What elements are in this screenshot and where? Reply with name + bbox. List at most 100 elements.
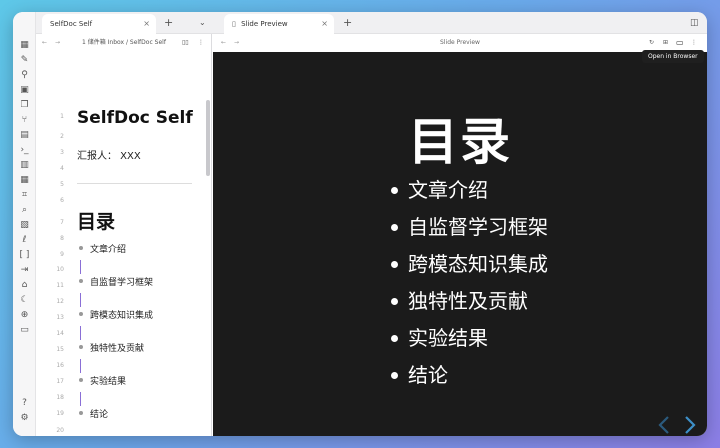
sidebar-toggle-icon[interactable]: ◫: [690, 12, 699, 34]
section-heading: 目录: [77, 211, 116, 233]
right-navbar: ← → Slide Preview ↻ ⊞ ▭ ⋮: [213, 34, 707, 52]
line-number: 6: [60, 197, 64, 204]
slide-title: 目录: [408, 113, 512, 171]
indent-guide: [80, 392, 81, 406]
line-number: 10: [56, 266, 64, 273]
markdown-editor[interactable]: 1 2 3 4 5 6 7 8 9 10 11 12 13 14 15 16 1…: [36, 52, 211, 436]
line-number: 14: [56, 330, 64, 337]
slide-item: 跨模态知识集成: [391, 252, 548, 289]
line-number: 18: [56, 394, 64, 401]
list-item: 文章介绍: [90, 245, 127, 255]
line-number: 1: [60, 113, 64, 120]
reading-view-icon[interactable]: ▯▯: [182, 34, 189, 52]
file-icon: ▯: [232, 20, 236, 28]
line-number: 17: [56, 378, 64, 385]
terminal-icon[interactable]: ›_: [18, 144, 31, 157]
pane-divider[interactable]: [211, 34, 212, 436]
import-icon[interactable]: ⇥: [18, 264, 31, 277]
files-icon[interactable]: ▦: [18, 39, 31, 52]
daily-note-icon[interactable]: ▤: [18, 129, 31, 142]
document-title: SelfDoc Self: [77, 108, 193, 128]
bullet: [79, 378, 83, 382]
next-slide-arrow-icon[interactable]: [683, 415, 697, 435]
tab-bar: SelfDoc Self × + ⌄ ▯ Slide Preview × + ◫: [36, 12, 707, 34]
bullet: [79, 279, 83, 283]
line-number: 11: [56, 282, 64, 289]
line-number: 19: [56, 410, 64, 417]
more-options-icon[interactable]: ⋮: [198, 34, 204, 52]
tooltip: Open in Browser: [642, 50, 704, 63]
line-number: 16: [56, 362, 64, 369]
new-tab-button[interactable]: +: [164, 12, 173, 34]
indent-guide: [80, 359, 81, 373]
settings-icon[interactable]: ⚙: [18, 412, 31, 425]
line-number: 15: [56, 346, 64, 353]
graph-icon[interactable]: ⚲: [18, 69, 31, 82]
indent-guide: [80, 293, 81, 307]
line-number: 5: [60, 181, 64, 188]
tag-icon[interactable]: ⌗: [18, 189, 31, 202]
back-arrow-icon[interactable]: ←: [42, 34, 47, 52]
list-item: 自监督学习框架: [90, 278, 154, 288]
slide-item: 自监督学习框架: [391, 215, 548, 252]
bullet: [79, 312, 83, 316]
calendar-icon[interactable]: ▣: [18, 84, 31, 97]
table-icon[interactable]: ▦: [18, 174, 31, 187]
line-number: 7: [60, 219, 64, 226]
line-number: 3: [60, 149, 64, 156]
image-icon[interactable]: ▧: [18, 219, 31, 232]
slide-preview[interactable]: 目录 文章介绍 自监督学习框架 跨模态知识集成 独特性及贡献 实验结果 结论: [213, 52, 707, 436]
help-icon[interactable]: ?: [18, 397, 31, 410]
slide-item: 实验结果: [391, 326, 548, 363]
app-window: ▦ ✎ ⚲ ▣ ❐ ⑂ ▤ ›_ ▥ ▦ ⌗ ⌕ ▧ ℓ [ ] ⇥ ⌂ ☾ ⊕…: [13, 12, 707, 436]
breadcrumb[interactable]: 1 储件箱 Inbox / SelfDoc Self: [82, 34, 166, 52]
template-icon[interactable]: ▥: [18, 159, 31, 172]
bullet: [79, 246, 83, 250]
list-item: 实验结果: [90, 377, 127, 387]
tab-slide-preview-label: Slide Preview: [241, 20, 288, 28]
search-icon[interactable]: ⌕: [18, 204, 31, 217]
tab-selfdoc[interactable]: SelfDoc Self ×: [42, 14, 156, 34]
moon-icon[interactable]: ☾: [18, 294, 31, 307]
slide-item: 独特性及贡献: [391, 289, 548, 326]
prev-slide-arrow-icon[interactable]: [657, 415, 671, 435]
new-tab-button-right[interactable]: +: [343, 12, 352, 34]
line-number: 12: [56, 298, 64, 305]
bullet: [79, 411, 83, 415]
editor-scrollbar[interactable]: [206, 100, 210, 176]
ribbon: ▦ ✎ ⚲ ▣ ❐ ⑂ ▤ ›_ ▥ ▦ ⌗ ⌕ ▧ ℓ [ ] ⇥ ⌂ ☾ ⊕…: [13, 12, 36, 436]
tab-selfdoc-label: SelfDoc Self: [50, 20, 93, 28]
slide-item: 结论: [391, 363, 548, 400]
line-number: 9: [60, 251, 64, 258]
list-item: 结论: [90, 410, 109, 420]
horizontal-rule: [77, 183, 192, 184]
slides-icon[interactable]: ▭: [18, 324, 31, 337]
forward-arrow-icon[interactable]: →: [55, 34, 60, 52]
slide-bullet-list: 文章介绍 自监督学习框架 跨模态知识集成 独特性及贡献 实验结果 结论: [391, 178, 548, 400]
pen-icon[interactable]: ℓ: [18, 234, 31, 247]
home-icon[interactable]: ⌂: [18, 279, 31, 292]
line-number: 8: [60, 235, 64, 242]
zoom-icon[interactable]: ⊕: [18, 309, 31, 322]
line-number: 2: [60, 133, 64, 140]
line-number: 4: [60, 165, 64, 172]
line-number: 20: [56, 427, 64, 434]
tab-slide-preview[interactable]: ▯ Slide Preview ×: [224, 14, 334, 34]
list-item: 跨模态知识集成: [90, 311, 154, 321]
line-number: 13: [56, 314, 64, 321]
reporter-line: 汇报人： XXX: [77, 151, 141, 162]
close-icon[interactable]: ×: [143, 14, 150, 34]
indent-guide: [80, 326, 81, 340]
tab-list-chevron-icon[interactable]: ⌄: [199, 12, 206, 34]
bullet: [79, 345, 83, 349]
list-item: 独特性及贡献: [90, 344, 145, 354]
indent-guide: [80, 260, 81, 274]
pane-title: Slide Preview: [440, 39, 480, 46]
brackets-icon[interactable]: [ ]: [18, 249, 31, 262]
left-navbar: ← → 1 储件箱 Inbox / SelfDoc Self ▯▯ ⋮: [36, 34, 211, 52]
branch-icon[interactable]: ⑂: [18, 114, 31, 127]
slide-item: 文章介绍: [391, 178, 548, 215]
close-icon[interactable]: ×: [321, 14, 328, 34]
copy-icon[interactable]: ❐: [18, 99, 31, 112]
edit-icon[interactable]: ✎: [18, 54, 31, 67]
